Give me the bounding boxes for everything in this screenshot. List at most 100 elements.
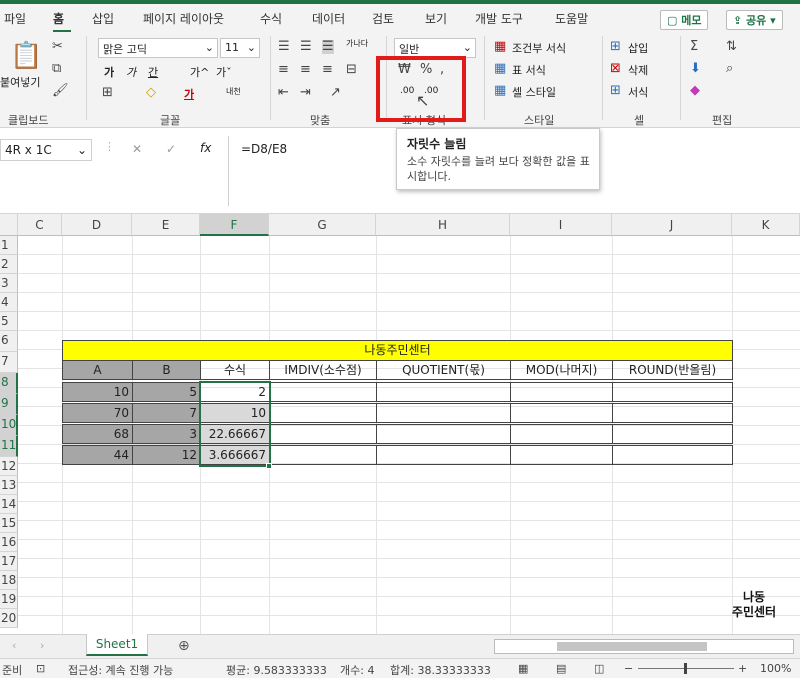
column-header-k[interactable]: K: [732, 214, 800, 236]
merge-center-icon[interactable]: ⊟: [346, 63, 357, 77]
empty-cell[interactable]: [376, 424, 511, 444]
data-cell[interactable]: 7: [132, 403, 201, 423]
header-cell-b[interactable]: B: [132, 360, 201, 380]
fill-handle[interactable]: [266, 463, 272, 469]
row-header[interactable]: 14: [0, 495, 18, 514]
row-header[interactable]: 5: [0, 312, 18, 331]
empty-cell[interactable]: [510, 382, 613, 402]
data-cell[interactable]: 3: [132, 424, 201, 444]
font-name-select[interactable]: 맑은 고딕 ⌄: [98, 38, 218, 58]
empty-cell[interactable]: [376, 403, 511, 423]
page-layout-view-icon[interactable]: ▤: [556, 662, 566, 675]
fill-color-icon[interactable]: ◇: [146, 86, 156, 100]
row-header[interactable]: 1: [0, 236, 18, 255]
header-cell-imdiv[interactable]: IMDIV(소수점): [269, 360, 377, 380]
phonetic-button[interactable]: 내천: [226, 86, 241, 97]
tab-developer[interactable]: 개발 도구: [475, 10, 523, 27]
macro-record-icon[interactable]: ⊡: [36, 662, 45, 675]
zoom-slider-thumb[interactable]: [684, 663, 687, 674]
align-right-icon[interactable]: ≡: [322, 63, 333, 77]
align-left-icon[interactable]: ≡: [278, 63, 289, 77]
empty-cell[interactable]: [612, 382, 733, 402]
empty-cell[interactable]: [269, 424, 377, 444]
add-sheet-icon[interactable]: ⊕: [178, 638, 190, 654]
empty-cell[interactable]: [269, 382, 377, 402]
select-all-corner[interactable]: [0, 214, 18, 236]
align-middle-icon[interactable]: ☰: [300, 40, 312, 54]
tab-formulas[interactable]: 수식: [260, 10, 282, 27]
number-format-select[interactable]: 일반 ⌄: [394, 38, 476, 58]
data-cell[interactable]: 10: [62, 382, 133, 402]
column-header-d[interactable]: D: [62, 214, 132, 236]
data-cell[interactable]: 44: [62, 445, 133, 465]
delete-cells-button[interactable]: 삭제: [628, 62, 648, 78]
scroll-right-icon[interactable]: ›: [40, 639, 44, 652]
tab-review[interactable]: 검토: [372, 10, 394, 27]
empty-cell[interactable]: [269, 445, 377, 465]
clear-icon[interactable]: ◆: [690, 84, 700, 98]
sort-filter-icon[interactable]: ⇅: [726, 40, 737, 54]
data-cell[interactable]: 70: [62, 403, 133, 423]
row-header[interactable]: 15: [0, 514, 18, 533]
paste-icon[interactable]: 📋: [10, 42, 42, 70]
insert-function-icon[interactable]: fx: [200, 141, 211, 155]
row-header[interactable]: 8: [0, 373, 18, 394]
underline-button[interactable]: 간: [148, 64, 158, 80]
page-break-view-icon[interactable]: ◫: [594, 662, 604, 675]
row-header[interactable]: 16: [0, 533, 18, 552]
fill-icon[interactable]: ⬇: [690, 62, 701, 76]
format-cells-button[interactable]: 서식: [628, 84, 648, 100]
row-header[interactable]: 12: [0, 457, 18, 476]
tab-data[interactable]: 데이터: [312, 10, 345, 27]
row-header[interactable]: 4: [0, 293, 18, 312]
tab-home[interactable]: 홈: [53, 10, 64, 27]
header-cell-round[interactable]: ROUND(반올림): [612, 360, 733, 380]
horizontal-scrollbar[interactable]: [494, 639, 794, 654]
empty-cell[interactable]: [510, 445, 613, 465]
empty-cell[interactable]: [510, 403, 613, 423]
header-cell-a[interactable]: A: [62, 360, 133, 380]
title-cell[interactable]: 나동주민센터: [62, 340, 733, 361]
tab-view[interactable]: 보기: [425, 10, 447, 27]
align-bottom-icon[interactable]: ☰: [322, 40, 334, 54]
data-cell[interactable]: 12: [132, 445, 201, 465]
column-header-h[interactable]: H: [376, 214, 510, 236]
cancel-icon[interactable]: ✕: [132, 142, 142, 156]
empty-cell[interactable]: [269, 403, 377, 423]
table-format-button[interactable]: 표 서식: [512, 62, 546, 78]
paste-label[interactable]: 붙여넣기: [0, 74, 40, 90]
row-header[interactable]: 9: [0, 394, 18, 415]
share-button[interactable]: ⇪ 공유 ▾: [726, 10, 783, 30]
find-select-icon[interactable]: ⌕: [726, 62, 733, 76]
row-header[interactable]: 11: [0, 436, 18, 457]
row-header[interactable]: 2: [0, 255, 18, 274]
grow-font-button[interactable]: 가^: [190, 64, 209, 80]
font-color-button[interactable]: 가: [184, 86, 194, 102]
column-header-e[interactable]: E: [132, 214, 200, 236]
row-header[interactable]: 6: [0, 331, 18, 352]
copy-icon[interactable]: ⧉: [52, 62, 61, 76]
orientation-icon[interactable]: ↗: [330, 86, 341, 100]
empty-cell[interactable]: [612, 424, 733, 444]
name-box[interactable]: 4R x 1C ⌄: [0, 139, 92, 161]
empty-cell[interactable]: [612, 403, 733, 423]
column-header-c[interactable]: C: [18, 214, 62, 236]
cell-style-button[interactable]: 셀 스타일: [512, 84, 556, 100]
conditional-format-button[interactable]: 조건부 서식: [512, 40, 566, 56]
row-header[interactable]: 20: [0, 609, 18, 628]
sheet-tab-sheet1[interactable]: Sheet1: [86, 634, 148, 656]
enter-icon[interactable]: ✓: [166, 142, 176, 156]
row-header[interactable]: 19: [0, 590, 18, 609]
tab-help[interactable]: 도움말: [555, 10, 588, 27]
scroll-left-icon[interactable]: ‹: [12, 639, 16, 652]
scrollbar-thumb[interactable]: [557, 642, 707, 651]
empty-cell[interactable]: [376, 445, 511, 465]
empty-cell[interactable]: [612, 445, 733, 465]
zoom-level[interactable]: 100%: [760, 662, 791, 675]
align-center-icon[interactable]: ≡: [300, 63, 311, 77]
tab-page-layout[interactable]: 페이지 레이아웃: [143, 10, 224, 27]
column-header-f[interactable]: F: [200, 214, 269, 236]
decrease-indent-icon[interactable]: ⇤: [278, 86, 289, 100]
header-cell-formula[interactable]: 수식: [200, 360, 270, 380]
font-size-select[interactable]: 11 ⌄: [220, 38, 260, 58]
